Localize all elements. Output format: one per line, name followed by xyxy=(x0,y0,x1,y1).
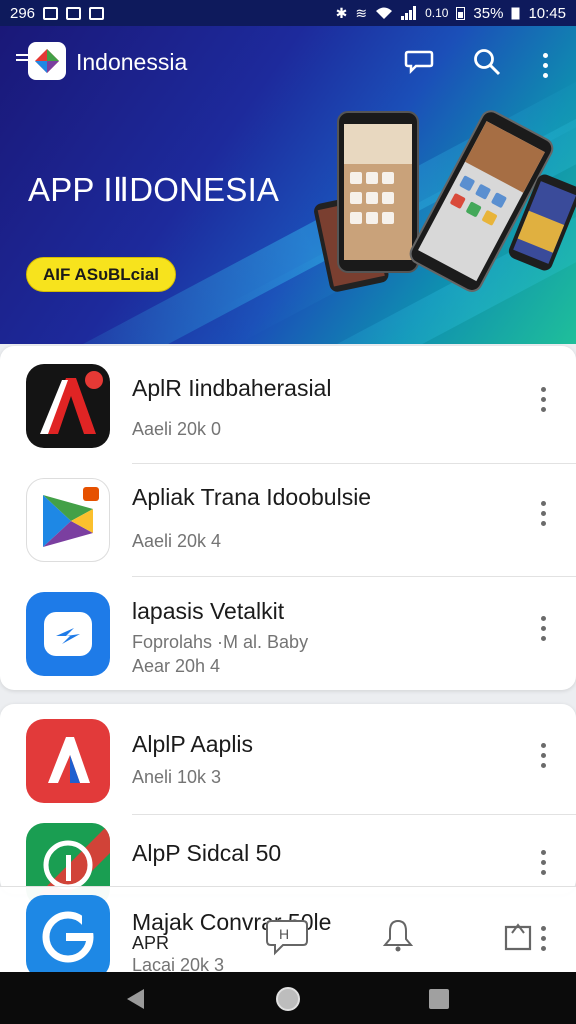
app-meta: APR xyxy=(132,933,170,953)
svg-text:H: H xyxy=(279,926,289,942)
list-item[interactable]: AlpP Sidcal 50 xyxy=(0,815,576,907)
gallery-notification-icon xyxy=(66,6,82,20)
diamond-logo-icon xyxy=(35,49,59,73)
item-menu-button[interactable] xyxy=(530,738,556,772)
item-menu-button[interactable] xyxy=(530,496,556,530)
banner-cta-button[interactable]: AIF ASᴜBLcial xyxy=(26,257,177,292)
list-item[interactable]: Apliak Trana Idoobulsie Aaeli 20k 4 xyxy=(0,464,576,576)
app-meta: Aaeli 20k 0 xyxy=(132,419,222,439)
status-bar: 296 ✱ ≋ 0.10 35% 10:45 xyxy=(0,0,576,26)
wifi-icon xyxy=(376,7,393,19)
vibrate-icon: ≋ xyxy=(355,4,368,21)
play-triangle-logo-icon xyxy=(26,478,110,562)
app-name: AlplP Aaplis xyxy=(132,731,254,757)
item-menu-button[interactable] xyxy=(530,382,556,416)
hero-banner: Indonessia APP IⅡDONESIA AIF ASᴜBLcial xyxy=(0,26,576,344)
photo-notification-icon xyxy=(89,6,105,20)
battery-full-icon xyxy=(511,7,520,20)
battery-percent: 35% xyxy=(473,4,504,22)
blue-g-logo-icon xyxy=(26,895,110,979)
bottom-sheet: Majak Convrar 50le APR Lacai 20k 3 H xyxy=(0,886,576,979)
item-menu-button[interactable] xyxy=(530,845,556,879)
phones-illustration xyxy=(314,110,576,292)
bluetooth-icon: ✱ xyxy=(335,4,348,21)
status-data-rate: 0.10 xyxy=(425,6,449,20)
status-right: ✱ ≋ 0.10 35% 10:45 xyxy=(336,5,566,22)
banner-heading: APP IⅡDONESIA xyxy=(28,171,280,208)
list-item[interactable]: AlplP Aaplis Aneli 10k 3 xyxy=(0,704,576,814)
red-a-logo-icon xyxy=(26,719,110,803)
app-list-card: AplR Iindbaherasial Aaeli 20k 0 Apliak T… xyxy=(0,346,576,690)
app-meta: Foprolahs ·M al. Baby xyxy=(132,632,309,652)
red-a-logo-icon xyxy=(26,364,110,448)
home-icon[interactable] xyxy=(274,985,302,1013)
chat-bubble-icon: H xyxy=(266,920,308,956)
status-left: 296 xyxy=(10,4,105,22)
item-menu-button[interactable] xyxy=(530,611,556,645)
app-name: AlpP Sidcal 50 xyxy=(132,840,282,866)
app-bar: Indonessia xyxy=(0,36,576,88)
notifications-tab[interactable] xyxy=(380,917,420,957)
recents-icon[interactable] xyxy=(428,988,450,1010)
bell-icon xyxy=(382,919,414,952)
chat-button[interactable] xyxy=(403,46,435,78)
back-icon[interactable] xyxy=(124,987,148,1011)
battery-icon xyxy=(456,7,466,20)
chat-bubble-icon xyxy=(404,50,434,75)
app-meta: Aneli 10k 3 xyxy=(132,767,222,787)
search-button[interactable] xyxy=(471,46,503,78)
item-menu-button[interactable] xyxy=(530,921,556,955)
menu-icon[interactable] xyxy=(16,54,28,64)
app-name: lapasis Vetalkit xyxy=(132,598,285,624)
app-meta-secondary: Aear 20h 4 xyxy=(132,656,221,676)
status-left-text: 296 xyxy=(10,4,36,22)
app-name: AplR Iindbaherasial xyxy=(132,375,332,401)
app-name: Apliak Trana Idoobulsie xyxy=(132,484,372,510)
messages-tab[interactable]: H xyxy=(265,917,308,957)
system-navigation-bar xyxy=(0,972,576,1024)
app-meta: Aaeli 20k 4 xyxy=(132,531,222,551)
app-title: Indonessia xyxy=(76,49,188,75)
image-notification-icon xyxy=(43,6,59,20)
app-logo xyxy=(28,42,66,80)
list-item[interactable]: lapasis Vetalkit Foprolahs ·M al. Baby A… xyxy=(0,577,576,690)
blue-share-logo-icon xyxy=(26,592,110,676)
signal-icon xyxy=(401,6,417,20)
list-item[interactable]: AplR Iindbaherasial Aaeli 20k 0 xyxy=(0,346,576,463)
overflow-menu-button[interactable] xyxy=(532,48,558,82)
search-icon xyxy=(474,49,501,76)
app-list-card-secondary: AlplP Aaplis Aneli 10k 3 AlpP Sidcal 50 xyxy=(0,704,576,907)
status-time: 10:45 xyxy=(528,4,566,22)
